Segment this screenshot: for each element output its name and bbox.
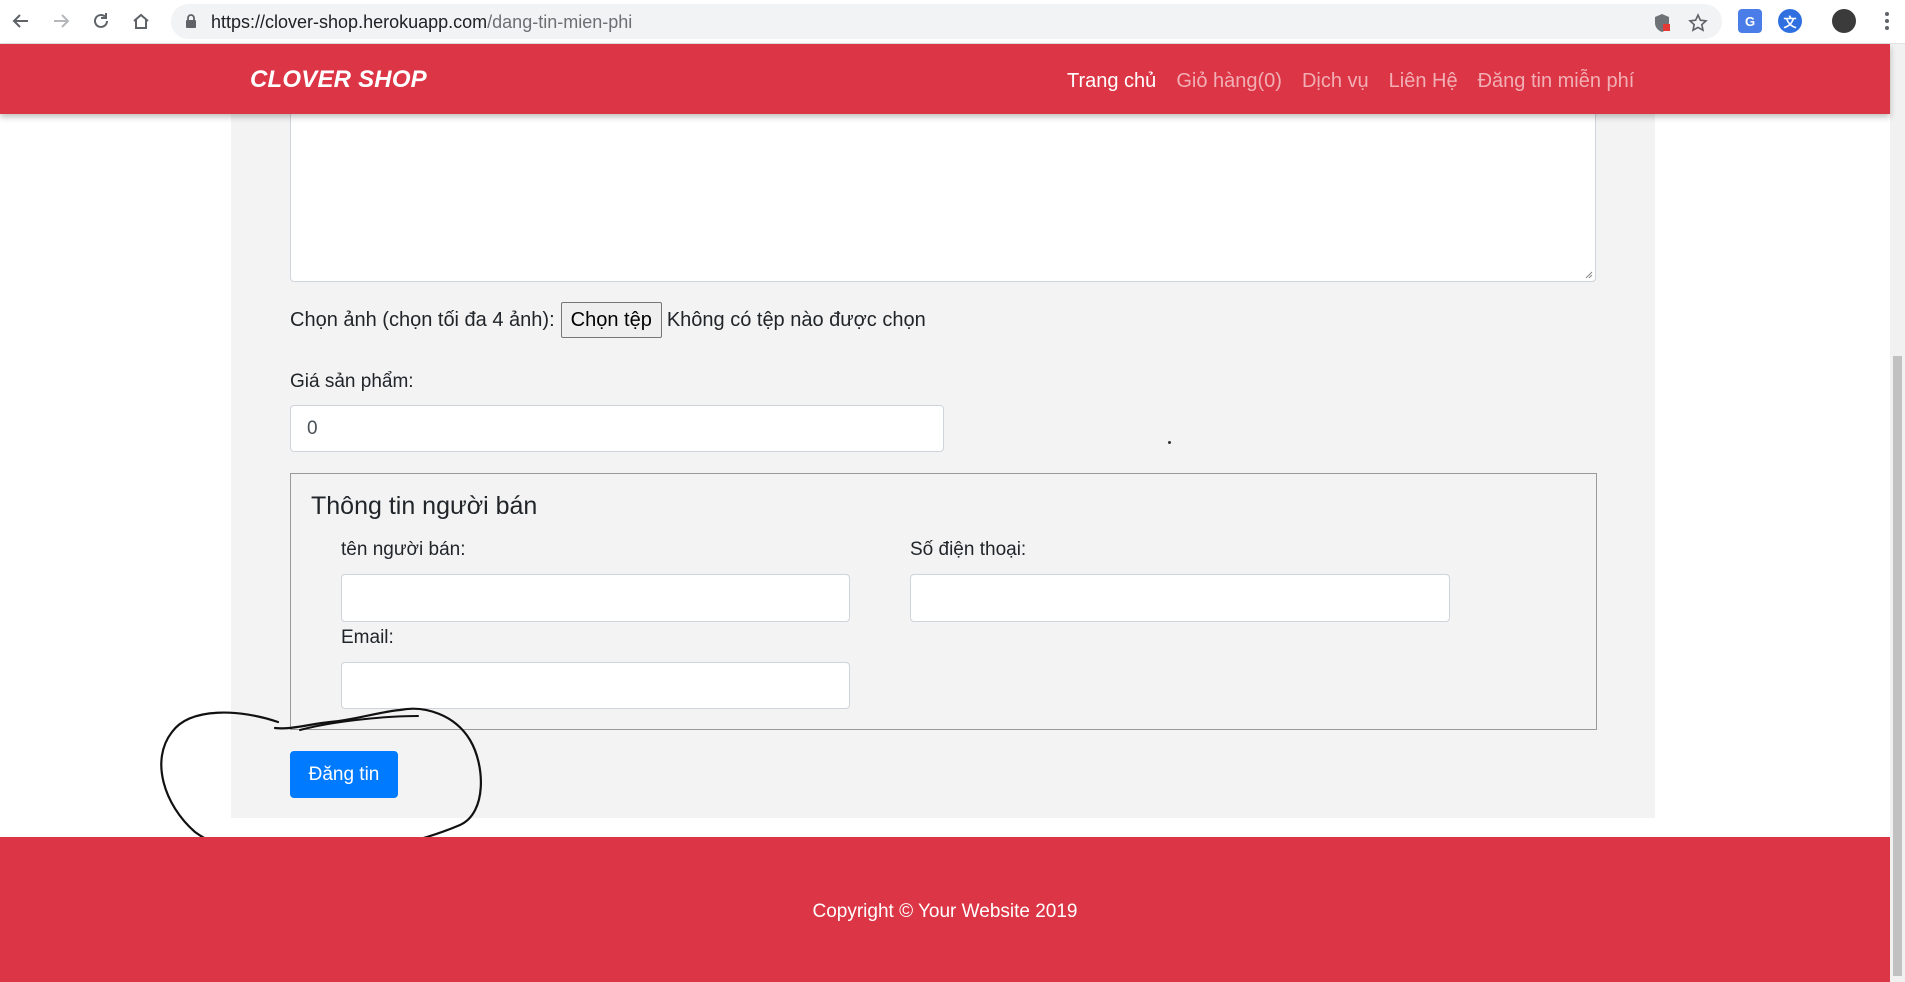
back-icon[interactable] bbox=[8, 8, 34, 34]
star-icon[interactable] bbox=[1687, 12, 1709, 34]
profile-avatar[interactable] bbox=[1832, 9, 1856, 33]
reload-icon[interactable] bbox=[88, 8, 114, 34]
choose-file-button[interactable]: Chọn tệp bbox=[560, 302, 662, 338]
brand-logo[interactable]: CLOVER SHOP bbox=[250, 66, 427, 94]
price-input[interactable]: 0 bbox=[290, 405, 944, 452]
nav-link-home[interactable]: Trang chủ bbox=[1067, 70, 1156, 93]
post-submit-button[interactable]: Đăng tin bbox=[290, 751, 398, 798]
nav-link-post-free[interactable]: Đăng tin miễn phí bbox=[1478, 70, 1635, 93]
seller-name-input[interactable] bbox=[341, 574, 850, 622]
description-textarea[interactable] bbox=[290, 114, 1596, 282]
email-label: Email: bbox=[341, 627, 394, 648]
image-upload-label: Chọn ảnh (chọn tối đa 4 ảnh): bbox=[290, 308, 555, 331]
forward-icon[interactable] bbox=[48, 8, 74, 34]
file-status-text: Không có tệp nào được chọn bbox=[666, 308, 926, 331]
seller-info-legend: Thông tin người bán bbox=[311, 492, 538, 520]
shield-icon[interactable] bbox=[1651, 12, 1673, 34]
stray-dot bbox=[1168, 441, 1171, 444]
price-label: Giá sản phẩm: bbox=[290, 371, 414, 392]
image-upload-row: Chọn ảnh (chọn tối đa 4 ảnh): Chọn tệp K… bbox=[290, 302, 926, 338]
site-footer: Copyright © Your Website 2019 bbox=[0, 837, 1890, 982]
home-icon[interactable] bbox=[128, 8, 154, 34]
nav-link-cart[interactable]: Giỏ hàng(0) bbox=[1176, 70, 1282, 93]
resize-handle-icon[interactable] bbox=[1583, 269, 1593, 279]
translate-icon[interactable]: G bbox=[1738, 9, 1762, 33]
copyright-text: Copyright © Your Website 2019 bbox=[812, 901, 1078, 922]
scrollbar-thumb[interactable] bbox=[1893, 356, 1902, 976]
lock-icon bbox=[185, 14, 197, 34]
browser-toolbar: https://clover-shop.herokuapp.com/dang-t… bbox=[0, 0, 1905, 44]
menu-dots-icon[interactable] bbox=[1874, 8, 1900, 34]
nav-link-services[interactable]: Dịch vụ bbox=[1302, 70, 1369, 93]
nav-link-contact[interactable]: Liên Hệ bbox=[1389, 70, 1458, 93]
email-input[interactable] bbox=[341, 662, 850, 709]
price-value: 0 bbox=[307, 417, 318, 439]
site-navbar: CLOVER SHOP Trang chủ Giỏ hàng(0) Dịch v… bbox=[0, 44, 1890, 114]
seller-name-label: tên người bán: bbox=[341, 539, 466, 560]
extension-icon[interactable]: 文 bbox=[1778, 9, 1802, 33]
phone-input[interactable] bbox=[910, 574, 1450, 622]
phone-label: Số điện thoại: bbox=[910, 539, 1027, 560]
url-text[interactable]: https://clover-shop.herokuapp.com/dang-t… bbox=[211, 12, 632, 33]
address-bar[interactable]: https://clover-shop.herokuapp.com/dang-t… bbox=[171, 4, 1722, 39]
page-scrollbar[interactable] bbox=[1890, 44, 1905, 982]
nav-links: Trang chủ Giỏ hàng(0) Dịch vụ Liên Hệ Đă… bbox=[1067, 70, 1634, 93]
